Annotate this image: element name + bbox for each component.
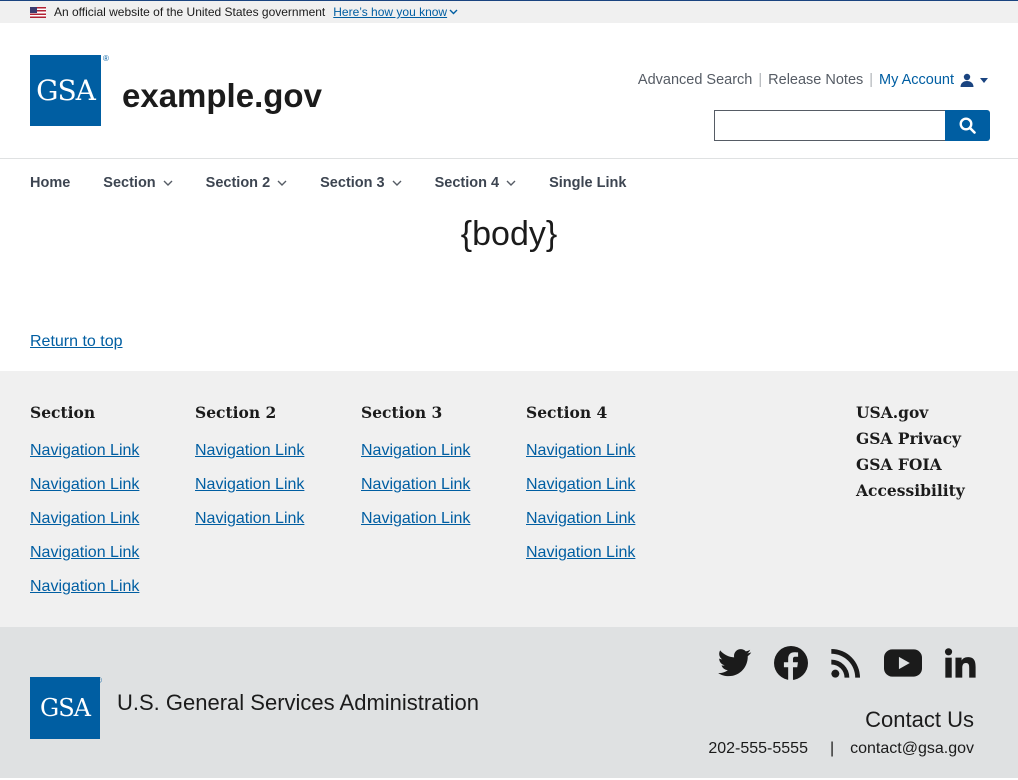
gsa-foia-link[interactable]: GSA FOIA [856,455,965,481]
my-account-label: My Account [879,72,954,88]
my-account-menu[interactable]: My Account [879,72,988,88]
accessibility-link[interactable]: Accessibility [856,481,965,507]
user-icon [960,73,974,87]
site-title[interactable]: example.gov [122,77,322,115]
footer-nav-link[interactable]: Navigation Link [195,476,355,510]
heres-how-you-know-link[interactable]: Here’s how you know [333,5,458,19]
linkedin-icon[interactable] [944,647,976,679]
nav-label: Section 2 [205,175,271,191]
nav-home[interactable]: Home [30,175,70,191]
banner-text: An official website of the United States… [54,5,326,19]
nav-label: Section 4 [434,175,500,191]
footer-column-section: Section Navigation Link Navigation Link … [30,403,190,612]
us-flag-icon [30,6,46,18]
gov-banner: An official website of the United States… [0,0,1018,23]
footer-nav-link[interactable]: Navigation Link [526,510,686,544]
primary-nav: Home Section Section 2 Section 3 Section… [0,159,1018,207]
footer-nav-link[interactable]: Navigation Link [30,578,190,612]
contact-heading: Contact Us [865,707,974,732]
release-notes-link[interactable]: Release Notes [768,72,863,88]
footer-nav-link[interactable]: Navigation Link [361,476,521,510]
nav-single-link[interactable]: Single Link [549,175,626,191]
footer-nav-link[interactable]: Navigation Link [361,442,521,476]
search-form [714,110,990,141]
youtube-icon[interactable] [884,649,922,677]
rss-icon[interactable] [830,647,862,679]
footer-logo-registered-mark: ® [96,676,102,685]
footer-nav-link[interactable]: Navigation Link [195,442,355,476]
footer-nav-link[interactable]: Navigation Link [30,510,190,544]
twitter-icon[interactable] [718,649,752,677]
gsa-privacy-link[interactable]: GSA Privacy [856,429,965,455]
nav-section[interactable]: Section [103,175,173,191]
footer-nav-link[interactable]: Navigation Link [30,544,190,578]
banner-link-label: Here’s how you know [333,5,448,19]
footer-nav-link[interactable]: Navigation Link [526,476,686,510]
contact-info: 202-555-5555 | contact@gsa.gov [708,740,974,758]
nav-section-4[interactable]: Section 4 [435,175,516,191]
footer-column-title: Section 2 [195,403,277,422]
link-separator: | [758,72,763,88]
advanced-search-link[interactable]: Advanced Search [638,72,752,88]
body-placeholder: {body} [460,215,558,253]
nav-section-3[interactable]: Section 3 [320,175,402,191]
footer-nav-link[interactable]: Navigation Link [30,442,190,476]
facebook-icon[interactable] [774,646,808,680]
chevron-down-icon [277,180,287,186]
link-separator: | [869,72,874,88]
footer-nav-link[interactable]: Navigation Link [526,544,686,578]
footer-column-section-3: Section 3 Navigation Link Navigation Lin… [361,403,521,544]
return-to-top-link[interactable]: Return to top [30,333,123,351]
main-content: {body} Return to top [0,207,1018,371]
footer-column-title: Section 3 [361,403,443,422]
search-button[interactable] [945,110,990,141]
search-icon [959,117,976,134]
logo-registered-mark: ® [103,54,109,63]
footer-nav-link[interactable]: Navigation Link [361,510,521,544]
nav-label: Section [103,175,156,191]
email-link[interactable]: contact@gsa.gov [850,740,974,758]
usa-gov-link[interactable]: USA.gov [856,403,965,429]
nav-section-2[interactable]: Section 2 [206,175,287,191]
caret-down-icon [980,77,988,83]
nav-label: Single Link [549,175,627,191]
nav-label: Section 3 [320,175,385,191]
footer-column-title: Section [30,403,96,422]
contact-separator: | [829,740,835,757]
agency-name: U.S. General Services Administration [117,690,479,715]
chevron-down-icon [392,180,402,186]
nav-label: Home [30,175,71,191]
footer-logo-text: GSA [40,694,91,722]
logo-text: GSA [36,74,96,107]
footer-column-section-4: Section 4 Navigation Link Navigation Lin… [526,403,686,578]
gsa-logo[interactable]: GSA [30,55,101,126]
phone-link[interactable]: 202-555-5555 [708,740,808,758]
site-header: GSA ® example.gov Advanced Search | Rele… [0,23,1018,159]
footer-nav-link[interactable]: Navigation Link [195,510,355,544]
chevron-down-icon [506,180,516,186]
footer-column-title: Section 4 [526,403,608,422]
chevron-down-icon [449,9,458,15]
chevron-down-icon [163,180,173,186]
search-input[interactable] [714,110,945,141]
footer-primary: Section Navigation Link Navigation Link … [0,371,1018,627]
footer-column-section-2: Section 2 Navigation Link Navigation Lin… [195,403,355,544]
secondary-links: Advanced Search | Release Notes | My Acc… [638,72,988,88]
footer-secondary: GSA ® U.S. General Services Administrati… [0,627,1018,778]
footer-right-links: USA.gov GSA Privacy GSA FOIA Accessibili… [856,403,965,507]
footer-nav-link[interactable]: Navigation Link [30,476,190,510]
footer-gsa-logo[interactable]: GSA [30,677,100,739]
social-links [696,646,976,680]
footer-nav-link[interactable]: Navigation Link [526,442,686,476]
